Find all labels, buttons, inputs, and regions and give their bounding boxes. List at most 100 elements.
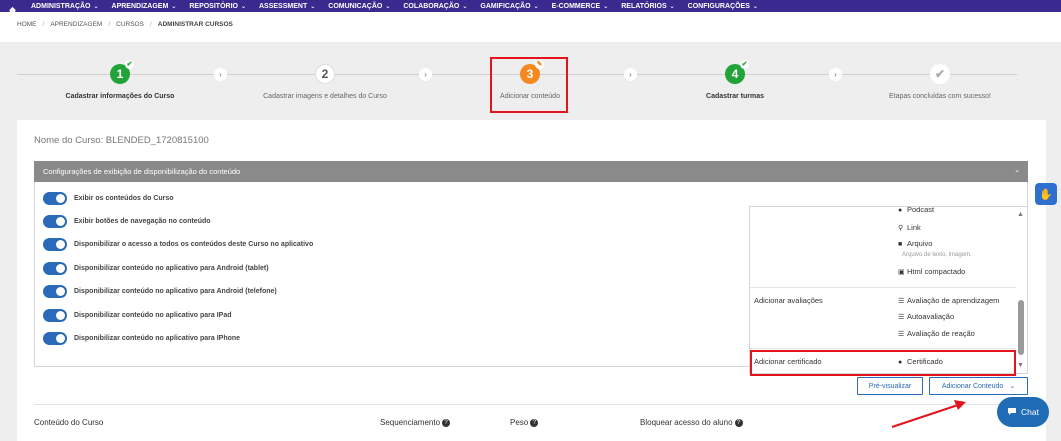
preview-button[interactable]: Pré-visualizar (857, 377, 923, 395)
course-name: Nome do Curso: BLENDED_1720815100 (34, 135, 209, 146)
toggle-switch[interactable] (43, 215, 67, 228)
add-content-dropdown: ● Podcast ⚲ Link ■ Arquivo Arquivo de texto… (749, 206, 1028, 374)
chevron-down-icon: ⌄ (533, 3, 539, 10)
group-avaliacoes-label: Adicionar avaliações (754, 296, 823, 305)
chevron-down-icon: ⌄ (385, 3, 391, 10)
file-icon: ■ (898, 241, 903, 248)
nav-item-colaboracao[interactable]: COLABORAÇÃO ⌄ (403, 3, 467, 10)
step-5[interactable]: ✔ Etapas concluídas com sucesso! (880, 64, 1000, 100)
toggle-label: Exibir botões de navegação no conteúdo (74, 218, 211, 225)
chevron-right-icon: › (419, 68, 432, 81)
toggle-row: Exibir botões de navegação no conteúdo (43, 215, 211, 228)
nav-item-comunicacao[interactable]: COMUNICAÇÃO ⌄ (328, 3, 390, 10)
link-icon: ⚲ (898, 225, 904, 232)
breadcrumb-home[interactable]: HOME (17, 21, 37, 28)
certificado-highlight (750, 350, 1016, 376)
check-icon: ✔ (125, 60, 134, 69)
microphone-icon: ● (898, 207, 903, 214)
display-settings-header[interactable]: Configurações de exibição de disponibili… (34, 161, 1028, 182)
step-1-circle: 1 ✔ (110, 60, 134, 84)
list-icon: ☰ (898, 314, 905, 321)
step-3-highlight (490, 57, 568, 113)
step-2-label: Cadastrar imagens e detalhes do Curso (263, 93, 387, 100)
step-4-circle: 4 ✔ (725, 60, 749, 84)
add-content-button[interactable]: Adicionar Conteudo ⌄ (929, 377, 1028, 395)
chevron-right-icon: › (829, 68, 842, 81)
toggle-row: Disponibilizar conteúdo no aplicativo pa… (43, 332, 240, 345)
menu-item-link[interactable]: ⚲ Link (898, 223, 921, 232)
col-conteudo: Conteúdo do Curso (34, 418, 104, 427)
toggle-switch[interactable] (43, 262, 67, 275)
chevron-down-icon: ⌄ (603, 3, 609, 10)
dropdown-scrollbar[interactable]: ▲ ▼ (1016, 208, 1026, 373)
toggle-switch[interactable] (43, 192, 67, 205)
menu-item-avaliacao-reacao[interactable]: ☰ Avaliação de reação (898, 329, 975, 338)
chevron-down-icon: ⌄ (669, 3, 675, 10)
toggle-label: Disponibilizar conteúdo no aplicativo pa… (74, 265, 269, 272)
col-bloquear: Bloquear acesso do aluno? (640, 418, 743, 427)
chat-label: Chat (1021, 407, 1039, 417)
breadcrumb-aprendizagem[interactable]: APRENDIZAGEM (50, 21, 102, 28)
toggle-label: Exibir os conteúdos do Curso (74, 195, 174, 202)
scroll-thumb[interactable] (1018, 300, 1024, 355)
check-icon: ✔ (740, 60, 749, 69)
nav-item-assessment[interactable]: ASSESSMENT ⌄ (259, 3, 315, 10)
divider (750, 348, 1016, 349)
help-icon[interactable]: ? (734, 418, 743, 427)
nav-item-repositorio[interactable]: REPOSITÓRIO ⌄ (189, 3, 246, 10)
step-2[interactable]: 2 Cadastrar imagens e detalhes do Curso (250, 64, 400, 100)
chat-button[interactable]: Chat (997, 397, 1049, 427)
breadcrumb-separator: / (149, 21, 152, 28)
chevron-down-icon: ⌄ (752, 3, 758, 10)
chevron-down-icon: ⌄ (1009, 383, 1016, 390)
breadcrumb-separator: / (108, 21, 111, 28)
toggle-switch[interactable] (43, 238, 67, 251)
toggle-label: Disponibilizar conteúdo no aplicativo pa… (74, 312, 232, 319)
menu-item-arquivo[interactable]: ■ Arquivo (898, 239, 932, 248)
scroll-up-icon[interactable]: ▲ (1017, 211, 1024, 218)
home-icon[interactable] (8, 2, 17, 14)
accessibility-icon[interactable]: ✋ (1035, 183, 1057, 205)
breadcrumb-current: ADMINISTRAR CURSOS (157, 21, 233, 28)
toggle-row: Disponibilizar o acesso a todos os conte… (43, 238, 313, 251)
toggle-label: Disponibilizar conteúdo no aplicativo pa… (74, 335, 241, 342)
panel-title: Configurações de exibição de disponibili… (43, 167, 241, 176)
menu-item-autoavaliacao[interactable]: ☰ Autoavaliação (898, 312, 954, 321)
archive-icon: ▣ (898, 269, 905, 276)
toggle-switch[interactable] (43, 332, 67, 345)
scroll-down-icon[interactable]: ▼ (1017, 362, 1024, 369)
list-icon: ☰ (898, 331, 905, 338)
list-icon: ☰ (898, 298, 905, 305)
toggle-switch[interactable] (43, 309, 67, 322)
step-4-label: Cadastrar turmas (706, 93, 764, 100)
divider (750, 287, 1016, 288)
chevron-down-icon: ⌄ (462, 3, 468, 10)
chevron-right-icon: › (624, 68, 637, 81)
breadcrumb-separator: / (42, 21, 45, 28)
breadcrumb-bar: HOME / APRENDIZAGEM / CURSOS / ADMINISTR… (0, 12, 1061, 42)
toggle-row: Disponibilizar conteúdo no aplicativo pa… (43, 309, 232, 322)
help-icon[interactable]: ? (442, 418, 451, 427)
step-1[interactable]: 1 ✔ Cadastrar informações do Curso (60, 60, 180, 100)
menu-item-avaliacao-aprendizagem[interactable]: ☰ Avaliação de aprendizagem (898, 296, 999, 305)
chevron-down-icon[interactable]: ⌄ (1014, 166, 1020, 174)
chevron-down-icon: ⌄ (171, 3, 177, 10)
toggle-row: Disponibilizar conteúdo no aplicativo pa… (43, 285, 277, 298)
nav-item-ecommerce[interactable]: E-COMMERCE ⌄ (552, 3, 609, 10)
menu-item-html[interactable]: ▣ Html compactado (898, 267, 965, 276)
step-2-circle: 2 (315, 64, 335, 84)
toggle-row: Disponibilizar conteúdo no aplicativo pa… (43, 262, 269, 275)
breadcrumb-cursos[interactable]: CURSOS (116, 21, 144, 28)
nav-item-aprendizagem[interactable]: APRENDIZAGEM ⌄ (112, 3, 177, 10)
nav-item-gamificacao[interactable]: GAMIFICAÇÃO ⌄ (480, 3, 538, 10)
menu-item-podcast[interactable]: ● Podcast (898, 207, 934, 214)
help-icon[interactable]: ? (530, 418, 539, 427)
nav-item-relatorios[interactable]: RELATÓRIOS ⌄ (621, 3, 674, 10)
arquivo-description: Arquivo de texto, imagem. (902, 252, 972, 258)
nav-item-configuracoes[interactable]: CONFIGURAÇÕES ⌄ (688, 3, 758, 10)
toggle-switch[interactable] (43, 285, 67, 298)
chevron-down-icon: ⌄ (93, 3, 99, 10)
nav-item-administracao[interactable]: ADMINISTRAÇÃO ⌄ (31, 3, 99, 10)
step-5-label: Etapas concluídas com sucesso! (889, 93, 991, 100)
step-4[interactable]: 4 ✔ Cadastrar turmas (690, 60, 780, 100)
